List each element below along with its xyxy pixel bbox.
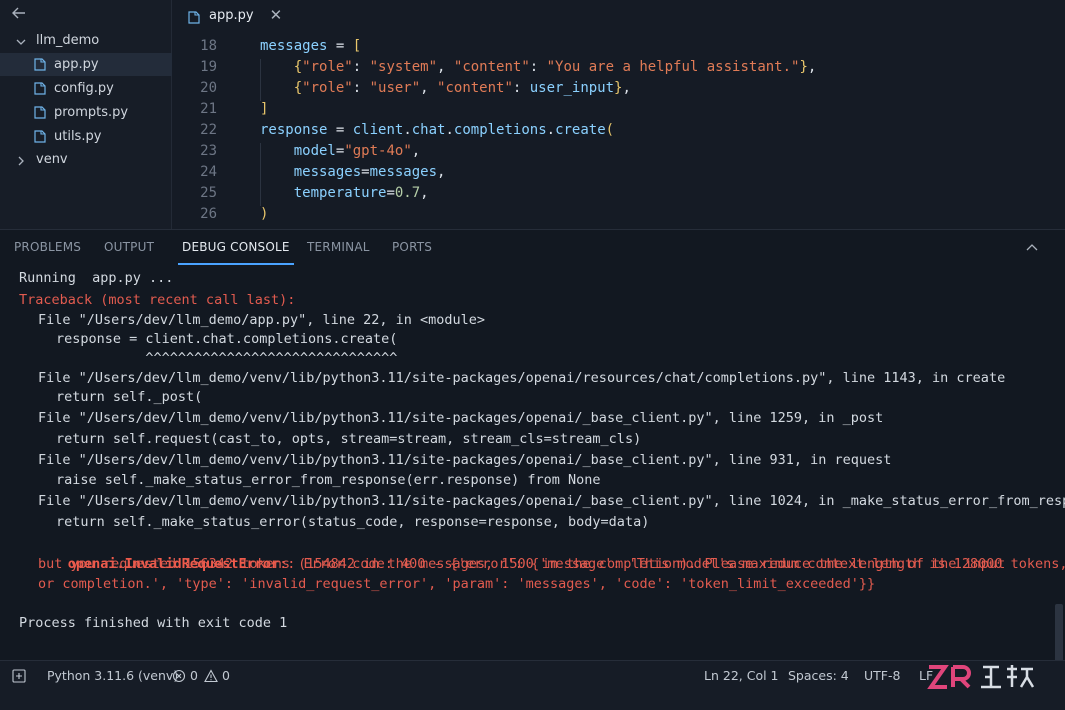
line-number: 23 <box>200 143 217 159</box>
debug-console-output[interactable]: return self._make_status_error(status_co… <box>0 266 1065 688</box>
tab-debug-console[interactable]: DEBUG CONSOLE <box>178 230 294 265</box>
line-content: ) <box>260 206 269 222</box>
line-content: messages=messages, <box>293 164 446 180</box>
python-file-icon <box>34 58 46 71</box>
tab-ports[interactable]: PORTS <box>392 230 432 265</box>
line-number: 24 <box>200 164 217 180</box>
console-line: return self._post( <box>56 389 203 405</box>
console-line: ^^^^^^^^^^^^^^^^^^^^^^^^^^^^^^^ <box>56 350 398 366</box>
line-number: 20 <box>200 80 217 96</box>
code-line[interactable]: 19 {"role": "system", "content": "You ar… <box>172 57 1065 78</box>
chevron-right-icon <box>16 155 26 165</box>
code-editor[interactable]: app.py ✕ 18 messages = [ 19 {"role": "syst… <box>172 0 1065 229</box>
file-label: config.py <box>54 81 114 96</box>
panel-tab-bar: PROBLEMS OUTPUT DEBUG CONSOLE TERMINAL P… <box>0 230 1065 265</box>
console-line: response = client.chat.completions.creat… <box>56 331 398 347</box>
console-line: raise self._make_status_error_from_respo… <box>56 472 601 488</box>
line-number: 21 <box>200 101 217 117</box>
console-line: return self._make_status_error(status_co… <box>56 514 650 530</box>
line-number: 18 <box>200 38 217 54</box>
code-line[interactable]: 25 temperature=0.7, <box>172 183 1065 204</box>
file-prompts-py[interactable]: prompts.py <box>0 101 172 124</box>
tab-terminal[interactable]: TERMINAL <box>307 230 370 265</box>
file-label: utils.py <box>54 129 102 144</box>
close-icon[interactable]: ✕ <box>270 7 283 23</box>
file-utils-py[interactable]: utils.py <box>0 125 172 148</box>
folder-label: venv <box>36 152 68 167</box>
exit-status: Process finished with exit code 1 <box>19 615 288 631</box>
line-number: 22 <box>200 122 217 138</box>
error-icon <box>172 669 186 683</box>
line-content: {"role": "system", "content": "You are a… <box>293 59 817 75</box>
watermark-logo <box>925 661 1055 697</box>
code-line[interactable]: 24 messages=messages, <box>172 162 1065 183</box>
cursor-position[interactable]: Ln 22, Col 1 <box>704 667 779 685</box>
folder-llm-demo[interactable]: llm_demo <box>0 29 172 52</box>
line-content: response = client.chat.completions.creat… <box>260 122 615 138</box>
warning-icon <box>204 669 218 683</box>
bottom-panel: PROBLEMS OUTPUT DEBUG CONSOLE TERMINAL P… <box>0 229 1065 688</box>
code-line[interactable]: 26) <box>172 204 1065 225</box>
error-message: but you requested 156342 tokens (154842 … <box>38 556 1006 572</box>
line-content: model="gpt-4o", <box>293 143 421 159</box>
line-number: 19 <box>200 59 217 75</box>
line-number: 25 <box>200 185 217 201</box>
python-file-icon <box>34 106 46 119</box>
file-label: prompts.py <box>54 105 129 120</box>
console-line: File "/Users/dev/llm_demo/app.py", line … <box>38 312 486 328</box>
line-content: messages = [ <box>260 38 362 54</box>
console-line: return self.request(cast_to, opts, strea… <box>56 431 642 447</box>
code-line[interactable]: 21] <box>172 99 1065 120</box>
explorer-sidebar: llm_demo app.py config.py prompts.py uti… <box>0 0 172 229</box>
line-content: ] <box>260 101 269 117</box>
python-file-icon <box>34 82 46 95</box>
warning-count: 0 <box>221 668 230 683</box>
file-app-py[interactable]: app.py <box>0 53 172 76</box>
folder-label: llm_demo <box>36 33 100 48</box>
chevron-down-icon <box>16 36 26 46</box>
console-line: Running app.py ... <box>19 270 174 286</box>
code-line[interactable]: 20 {"role": "user", "content": user_inpu… <box>172 78 1065 99</box>
status-bar: Python 3.11.6 (venv) 0 0 Ln 22, Col 1 Sp… <box>0 660 1065 710</box>
console-line: File "/Users/dev/llm_demo/venv/lib/pytho… <box>38 410 884 426</box>
problems-count[interactable]: 0 0 <box>172 667 230 685</box>
code-line[interactable]: 22 response = client.chat.completions.cre… <box>172 120 1065 141</box>
file-config-py[interactable]: config.py <box>0 77 172 100</box>
error-message: or completion.', 'type': 'invalid_reques… <box>38 576 876 592</box>
traceback-header: Traceback (most recent call last): <box>19 292 296 308</box>
file-label: app.py <box>54 57 99 72</box>
line-content: temperature=0.7, <box>293 185 429 201</box>
back-arrow-icon[interactable] <box>10 4 28 22</box>
python-interpreter[interactable]: Python 3.11.6 (venv) <box>47 667 178 685</box>
tab-problems[interactable]: PROBLEMS <box>14 230 81 265</box>
console-line: File "/Users/dev/llm_demo/venv/lib/pytho… <box>38 452 892 468</box>
tab-label: app.py <box>209 7 254 23</box>
code-line[interactable]: 23 model="gpt-4o", <box>172 141 1065 162</box>
line-content: {"role": "user", "content": user_input}, <box>293 80 631 96</box>
console-line: File "/Users/dev/llm_demo/venv/lib/pytho… <box>38 493 1065 509</box>
tab-app-py[interactable]: app.py ✕ <box>180 0 286 30</box>
chevron-up-icon[interactable] <box>1025 240 1039 254</box>
encoding[interactable]: UTF-8 <box>864 667 900 685</box>
line-number: 26 <box>200 206 217 222</box>
indentation[interactable]: Spaces: 4 <box>788 667 849 685</box>
error-count: 0 <box>190 668 198 683</box>
code-line[interactable]: 18 messages = [ <box>172 36 1065 57</box>
python-file-icon <box>34 130 46 143</box>
tab-output[interactable]: OUTPUT <box>104 230 154 265</box>
console-line: File "/Users/dev/llm_demo/venv/lib/pytho… <box>38 370 1006 386</box>
remote-icon[interactable] <box>12 667 30 685</box>
folder-venv[interactable]: venv <box>0 148 172 171</box>
python-file-icon <box>188 9 200 24</box>
